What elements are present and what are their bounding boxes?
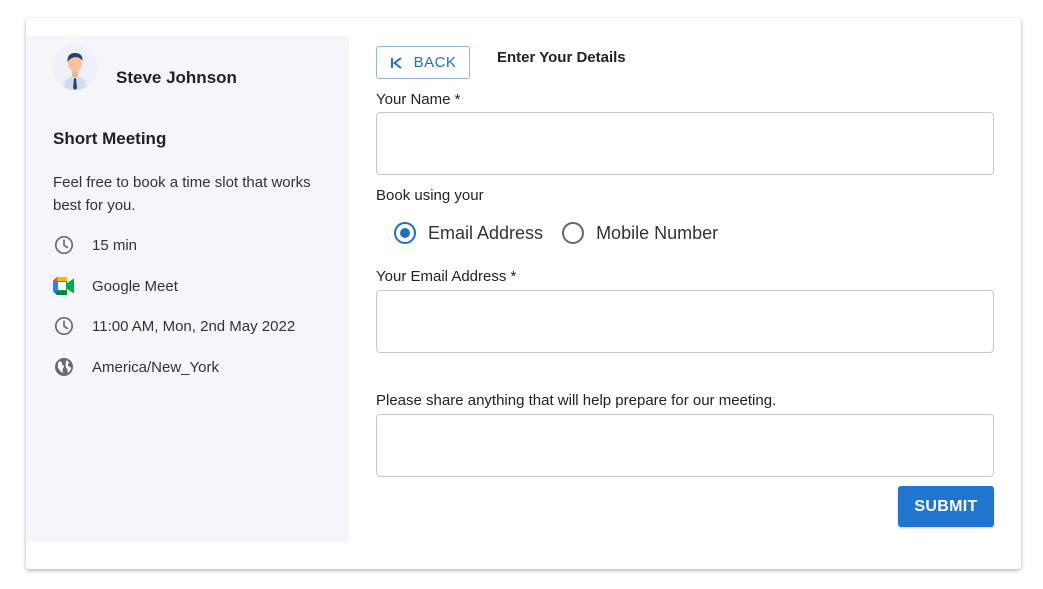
back-button[interactable]: BACK xyxy=(376,46,470,79)
timezone-row: America/New_York xyxy=(53,355,219,379)
meeting-description: Feel free to book a time slot that works… xyxy=(53,174,311,214)
email-label: Your Email Address * xyxy=(376,268,517,285)
mobile-radio-button[interactable] xyxy=(562,222,585,244)
host-name: Steve Johnson xyxy=(116,68,237,87)
email-input[interactable] xyxy=(376,290,994,353)
clock-icon xyxy=(53,315,75,337)
meeting-summary-panel: Steve Johnson Short Meeting Feel free to… xyxy=(26,36,349,542)
clock-icon xyxy=(53,234,75,256)
back-button-label: BACK xyxy=(413,54,457,71)
name-input[interactable] xyxy=(376,112,994,175)
location-row: Google Meet xyxy=(53,274,178,298)
mobile-radio-label[interactable]: Mobile Number xyxy=(596,223,718,244)
submit-button[interactable]: SUBMIT xyxy=(898,486,994,527)
book-using-label: Book using your xyxy=(376,187,484,204)
duration-text: 15 min xyxy=(92,236,138,254)
globe-icon xyxy=(53,356,75,378)
section-title: Enter Your Details xyxy=(497,49,626,66)
location-text: Google Meet xyxy=(92,277,178,295)
notes-label: Please share anything that will help pre… xyxy=(376,392,777,409)
datetime-row: 11:00 AM, Mon, 2nd May 2022 xyxy=(53,314,295,338)
email-radio-option[interactable]: Email Address xyxy=(394,222,543,244)
user-avatar-icon xyxy=(52,44,98,90)
google-meet-icon xyxy=(53,275,75,297)
email-radio-label[interactable]: Email Address xyxy=(428,223,543,244)
notes-textarea[interactable] xyxy=(376,414,994,477)
duration-row: 15 min xyxy=(53,233,137,257)
timezone-text: America/New_York xyxy=(92,358,219,376)
datetime-text: 11:00 AM, Mon, 2nd May 2022 xyxy=(92,317,296,335)
host-avatar xyxy=(52,44,98,90)
booking-card: Steve Johnson Short Meeting Feel free to… xyxy=(26,18,1021,569)
email-radio-button[interactable] xyxy=(394,222,416,244)
name-label: Your Name * xyxy=(376,91,461,108)
mobile-radio-option[interactable]: Mobile Number xyxy=(562,222,718,244)
meeting-title: Short Meeting xyxy=(53,129,167,148)
contact-method-radio-group: Email Address Mobile Number xyxy=(394,219,718,247)
skip-previous-icon xyxy=(390,56,402,69)
